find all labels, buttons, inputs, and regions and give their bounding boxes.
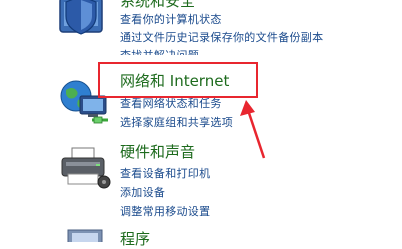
printer-icon: [61, 147, 111, 189]
link-mobility-settings[interactable]: 调整常用移动设置: [120, 203, 210, 219]
link-homegroup-sharing[interactable]: 选择家庭组和共享选项: [120, 114, 233, 130]
highlight-box: [98, 62, 258, 98]
link-view-computer-status[interactable]: 查看你的计算机状态: [120, 11, 222, 27]
link-devices-printers[interactable]: 查看设备和打印机: [120, 165, 210, 181]
link-file-history-backup[interactable]: 通过文件历史记录保存你的文件备份副本: [120, 29, 323, 45]
category-title-hardware-sound[interactable]: 硬件和声音: [120, 141, 195, 162]
link-troubleshoot[interactable]: 查找并解决问题: [120, 47, 199, 55]
shield-computer-icon: [59, 0, 103, 35]
link-add-device[interactable]: 添加设备: [120, 184, 165, 200]
category-title-programs[interactable]: 程序: [120, 228, 150, 249]
category-title-system-security[interactable]: 系统和安全: [120, 0, 195, 11]
